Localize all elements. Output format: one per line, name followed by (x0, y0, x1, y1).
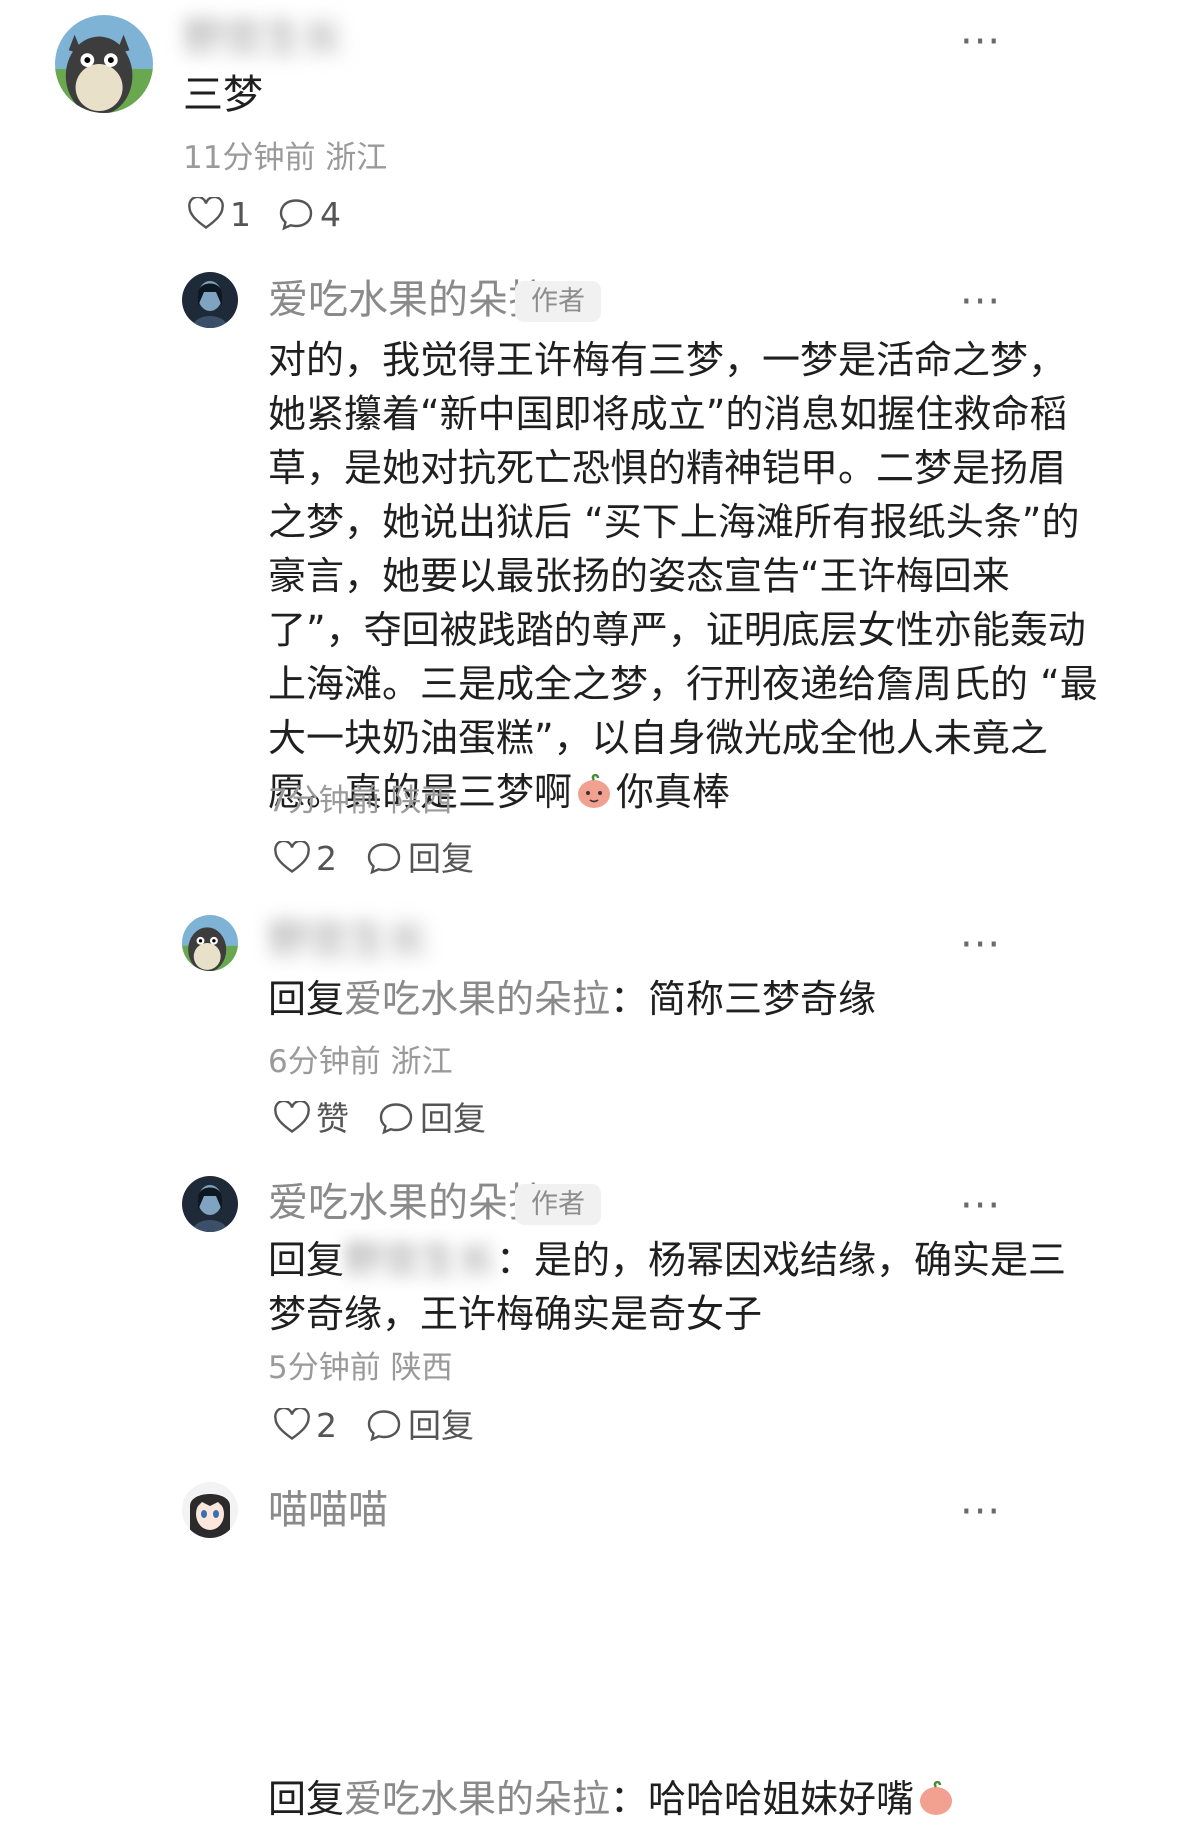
more-options-icon[interactable]: ··· (960, 22, 1001, 62)
reply-text: 回复野宫生长：是的，杨幂因戏结缘，确实是三 梦奇缘，王许梅确实是奇女子 (268, 1233, 1066, 1341)
username[interactable]: 野宫生长 (183, 18, 343, 58)
like-button[interactable]: 1 (188, 197, 251, 231)
text-line: 梦奇缘，王许梅确实是奇女子 (268, 1292, 763, 1336)
comment-icon (367, 843, 401, 875)
like-button[interactable]: 赞 (274, 1101, 349, 1135)
author-badge: 作者 (515, 1184, 601, 1225)
like-count: 2 (316, 838, 337, 878)
text-segment: 你真棒 (616, 770, 731, 814)
like-label: 赞 (316, 1098, 349, 1138)
avatar[interactable] (182, 1176, 238, 1232)
reply-text: 回复爱吃水果的朵拉：哈哈哈姐妹好嘴 (268, 1772, 958, 1826)
heart-icon (274, 1101, 310, 1133)
heart-icon (274, 841, 310, 873)
text-line: 她紧攥着“新中国即将成立”的消息如握住救命稻 (268, 392, 1068, 436)
comment-meta: 11分钟前 浙江 (183, 140, 388, 176)
heart-icon (274, 1408, 310, 1440)
reply-meta: 6分钟前 浙江 (268, 1044, 453, 1080)
text-line: 大一块奶油蛋糕”，以自身微光成全他人未竟之 (268, 716, 1048, 760)
reply-button[interactable]: 回复 (366, 841, 474, 875)
comment-text: 三梦 (183, 72, 263, 118)
text-line: 草，是她对抗死亡恐惧的精神铠甲。二梦是扬眉 (268, 446, 1067, 490)
reply-button[interactable]: 回复 (366, 1408, 474, 1442)
reply-label: 回复 (408, 838, 474, 878)
avatar[interactable] (55, 15, 153, 113)
username[interactable]: 喵喵喵 (268, 1490, 388, 1530)
avatar[interactable] (182, 1482, 238, 1538)
author-badge: 作者 (515, 281, 601, 322)
username[interactable]: 爱吃水果的朵拉 (268, 280, 548, 320)
avatar[interactable] (182, 915, 238, 971)
comment-icon (379, 1103, 413, 1135)
reply-content: ：简称三梦奇缘 (610, 977, 877, 1021)
more-options-icon[interactable]: ··· (960, 1186, 1001, 1226)
portrait-avatar-icon (182, 1176, 238, 1232)
reply-prefix: 回复 (268, 1238, 345, 1282)
reply-target-username[interactable]: 野宫生长 (344, 1238, 496, 1282)
avatar[interactable] (182, 272, 238, 328)
reply-button[interactable]: 4 (278, 197, 341, 231)
like-button[interactable]: 2 (274, 1408, 337, 1442)
reply-content: ：是的，杨幂因戏结缘，确实是三 (496, 1238, 1067, 1282)
reply-prefix: 回复 (268, 977, 345, 1021)
reply-target-username[interactable]: 爱吃水果的朵拉 (344, 977, 610, 1021)
more-options-icon[interactable]: ··· (960, 282, 1001, 322)
more-options-icon[interactable]: ··· (960, 1492, 1001, 1532)
text-line: 了”，夺回被践踏的尊严，证明底层女性亦能轰动 (268, 608, 1086, 652)
totoro-avatar-icon (182, 915, 238, 971)
anime-girl-avatar-icon (182, 1482, 238, 1538)
username[interactable]: 野宫生长 (268, 920, 428, 960)
like-count: 2 (316, 1405, 337, 1445)
reply-label: 回复 (420, 1098, 486, 1138)
heart-icon (188, 197, 224, 229)
reply-text: 回复爱吃水果的朵拉：简称三梦奇缘 (268, 972, 876, 1026)
username[interactable]: 爱吃水果的朵拉 (268, 1183, 548, 1223)
reply-prefix: 回复 (268, 1777, 345, 1821)
text-line: 上海滩。三是成全之梦，行刑夜递给詹周氏的 “最 (268, 662, 1098, 706)
reply-button[interactable]: 回复 (378, 1101, 486, 1135)
text-line: 之梦，她说出狱后 “买下上海滩所有报纸头条”的 (268, 500, 1080, 544)
comment-icon (279, 199, 313, 231)
reply-meta: 7分钟前 陕西 (268, 783, 453, 819)
reply-count: 4 (320, 194, 341, 234)
text-line: 对的，我觉得王许梅有三梦，一梦是活命之梦， (268, 338, 1067, 382)
peach-emoji-icon (920, 1780, 953, 1815)
reply-target-username[interactable]: 爱吃水果的朵拉 (344, 1777, 610, 1821)
like-button[interactable]: 2 (274, 841, 337, 875)
text-line: 豪言，她要以最张扬的姿态宣告“王许梅回来 (268, 554, 1010, 598)
reply-content: ：哈哈哈姐妹好嘴 (610, 1777, 915, 1821)
reply-label: 回复 (408, 1405, 474, 1445)
totoro-avatar-icon (55, 15, 153, 113)
reply-meta: 5分钟前 陕西 (268, 1350, 453, 1386)
portrait-avatar-icon (182, 272, 238, 328)
peach-emoji-icon (578, 773, 611, 808)
reply-text: 对的，我觉得王许梅有三梦，一梦是活命之梦， 她紧攥着“新中国即将成立”的消息如握… (268, 333, 1098, 819)
like-count: 1 (230, 194, 251, 234)
comment-icon (367, 1410, 401, 1442)
more-options-icon[interactable]: ··· (960, 925, 1001, 965)
text-line: 回复野宫生长：是的，杨幂因戏结缘，确实是三 (268, 1233, 1066, 1287)
